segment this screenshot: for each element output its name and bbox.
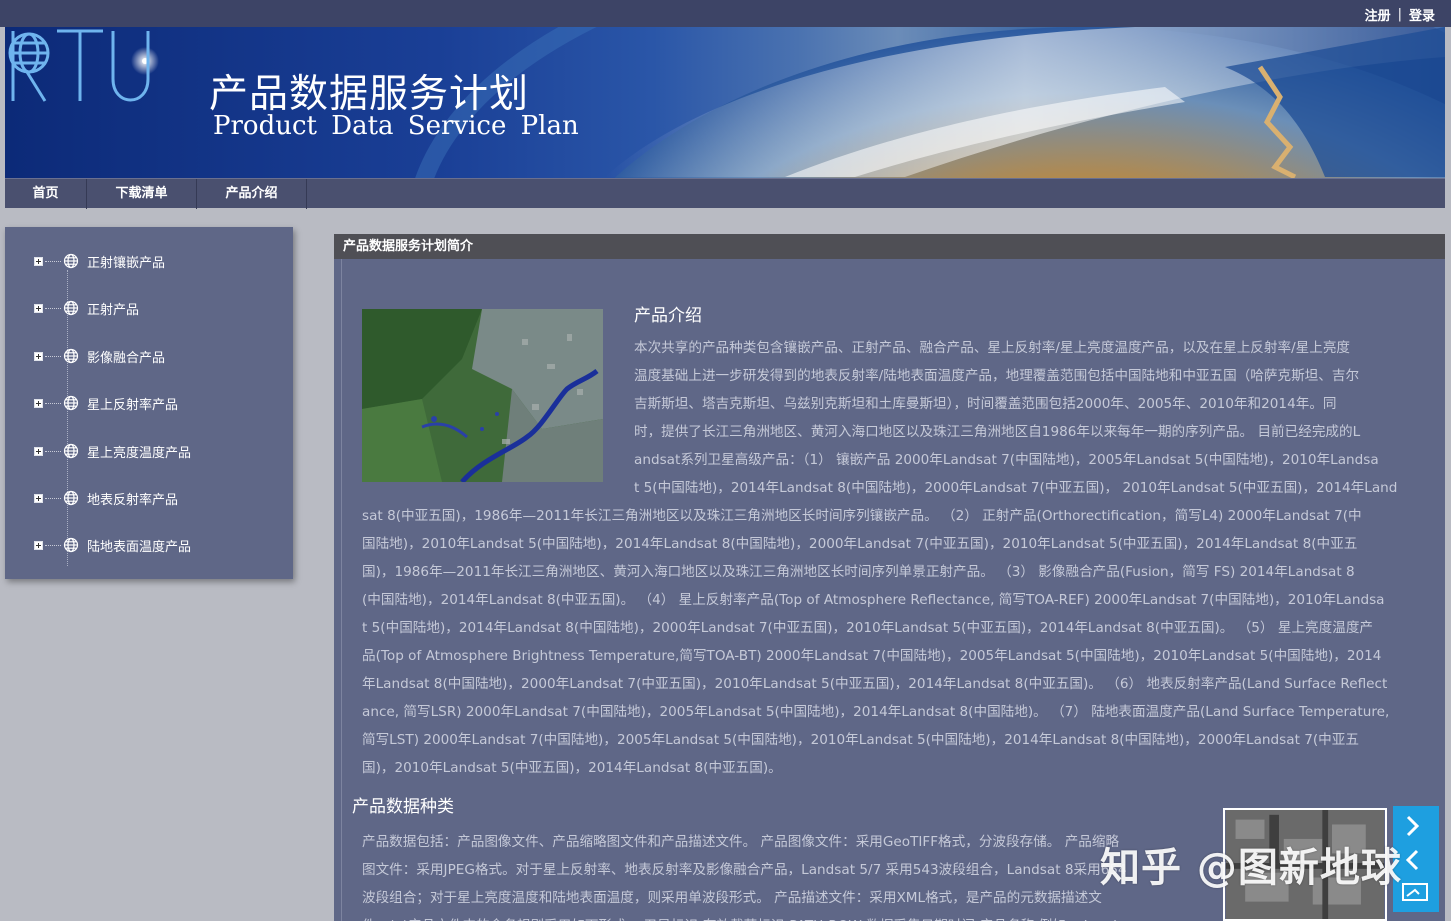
product-tree-sidebar: 正射镶嵌产品 正射产品 影像融合产品 星上反射率产品 星上亮度温度产品 地表反射… bbox=[5, 227, 293, 579]
expand-icon[interactable] bbox=[34, 351, 43, 361]
tree-dots bbox=[45, 307, 61, 309]
globe-icon bbox=[63, 253, 79, 269]
text-line: 件。(a)产品文件夹的命名规则采用如下形式： 卫星标识-有效载荷标识-PATH-… bbox=[362, 912, 1198, 921]
tree-item-label: 陆地表面温度产品 bbox=[87, 539, 192, 555]
types-paragraph: 产品数据包括：产品图像文件、产品缩略图文件和产品描述文件。 产品图像文件：采用G… bbox=[362, 828, 1198, 921]
tree-dots bbox=[45, 544, 61, 546]
expand-icon[interactable] bbox=[34, 540, 43, 550]
main-nav: 首页 下载清单 产品介绍 bbox=[5, 178, 1445, 209]
text-line: 国陆地)，2010年Landsat 5(中国陆地)，2014年Landsat 8… bbox=[362, 536, 1358, 552]
expand-icon[interactable] bbox=[34, 256, 43, 266]
globe-icon bbox=[63, 490, 79, 506]
tree-item-land-surface-temp[interactable]: 陆地表面温度产品 bbox=[34, 535, 191, 555]
text-line: t 5(中国陆地)，2014年Landsat 8(中国陆地)，2000年Land… bbox=[362, 620, 1374, 636]
text-line: 时，提供了长江三角洲地区、黄河入海口地区以及珠江三角洲地区自1986年以来每年一… bbox=[634, 424, 1361, 440]
tree-item-label: 星上亮度温度产品 bbox=[87, 445, 192, 461]
tree-dots bbox=[45, 355, 61, 357]
satellite-image bbox=[362, 309, 603, 482]
product-list-paragraph: sat 8(中亚五国)，1986年—2011年长江三角洲地区以及珠江三角洲地区长… bbox=[362, 502, 1442, 782]
expand-icon[interactable] bbox=[34, 398, 43, 408]
text-line: 本次共享的产品种类包含镶嵌产品、正射产品、融合产品、星上反射率/星上亮度温度产品… bbox=[634, 340, 1351, 356]
tree-dots bbox=[45, 260, 61, 262]
text-line: 品(Top of Atmosphere Brightness Temperatu… bbox=[362, 648, 1382, 664]
globe-icon bbox=[63, 348, 79, 364]
intro-heading: 产品介绍 bbox=[634, 306, 702, 326]
tree-item-ortho[interactable]: 正射产品 bbox=[34, 298, 139, 318]
text-line: 简写LST) 2000年Landsat 7(中国陆地)，2005年Landsat… bbox=[362, 732, 1359, 748]
tree-item-label: 正射镶嵌产品 bbox=[87, 255, 166, 271]
account-links: 注册 | 登录 bbox=[1365, 5, 1435, 24]
globe-icon bbox=[63, 537, 79, 553]
text-line: andsat系列卫星高级产品：（1） 镶嵌产品 2000年Landsat 7(中… bbox=[634, 452, 1379, 468]
globe-icon bbox=[63, 395, 79, 411]
text-line: 产品数据包括：产品图像文件、产品缩略图文件和产品描述文件。 产品图像文件：采用G… bbox=[362, 834, 1120, 850]
expand-icon[interactable] bbox=[34, 303, 43, 313]
globe-icon bbox=[63, 300, 79, 316]
text-line: 国)，1986年—2011年长江三角洲地区、黄河入海口地区以及珠江三角洲地区长时… bbox=[362, 564, 1355, 580]
top-bar: 注册 | 登录 bbox=[0, 0, 1451, 27]
watermark: 知乎 @图新地球 bbox=[1100, 845, 1402, 891]
tree-item-label: 地表反射率产品 bbox=[87, 492, 179, 508]
text-line: 国)，2010年Landsat 5(中亚五国)，2014年Landsat 8(中… bbox=[362, 760, 782, 776]
nav-download-list[interactable]: 下载清单 bbox=[87, 179, 197, 209]
login-link[interactable]: 登录 bbox=[1409, 5, 1435, 24]
text-line: 年Landsat 8(中国陆地)，2000年Landsat 7(中亚五国)，20… bbox=[362, 676, 1388, 692]
nav-product-intro[interactable]: 产品介绍 bbox=[197, 179, 307, 209]
tree-item-surface-reflectance[interactable]: 地表反射率产品 bbox=[34, 488, 178, 508]
tree-item-toa-brightness[interactable]: 星上亮度温度产品 bbox=[34, 441, 191, 461]
expand-icon[interactable] bbox=[34, 446, 43, 456]
tree-item-label: 影像融合产品 bbox=[87, 350, 166, 366]
text-line: t 5(中国陆地)，2014年Landsat 8(中国陆地)，2000年Land… bbox=[634, 480, 1398, 496]
tree-item-label: 正射产品 bbox=[87, 302, 140, 318]
tree-dots bbox=[45, 497, 61, 499]
globe-icon bbox=[63, 443, 79, 459]
tree-item-label: 星上反射率产品 bbox=[87, 397, 179, 413]
text-line: 波段组合；对于星上亮度温度和陆地表面温度，则采用单波段形式。 产品描述文件：采用… bbox=[362, 890, 1102, 906]
text-line: 图文件：采用JPEG格式。对于星上反射率、地表反射率及影像融合产品，Landsa… bbox=[362, 862, 1127, 878]
link-separator: | bbox=[1397, 7, 1402, 22]
text-line: sat 8(中亚五国)，1986年—2011年长江三角洲地区以及珠江三角洲地区长… bbox=[362, 508, 1362, 524]
types-heading: 产品数据种类 bbox=[352, 797, 454, 817]
tree-item-fusion[interactable]: 影像融合产品 bbox=[34, 346, 165, 366]
site-title-en: Product Data Service Plan bbox=[213, 111, 579, 141]
nav-home[interactable]: 首页 bbox=[5, 179, 87, 209]
text-line: ance, 简写LSR) 2000年Landsat 7(中国陆地)，2005年L… bbox=[362, 704, 1390, 720]
text-line: (中国陆地)，2014年Landsat 8(中亚五国)。 （4） 星上反射率产品… bbox=[362, 592, 1385, 608]
header-banner: 产品数据服务计划 Product Data Service Plan bbox=[5, 27, 1445, 178]
intro-paragraph: 本次共享的产品种类包含镶嵌产品、正射产品、融合产品、星上反射率/星上亮度温度产品… bbox=[634, 334, 1442, 502]
register-link[interactable]: 注册 bbox=[1365, 5, 1391, 24]
panel-header: 产品数据服务计划简介 bbox=[334, 234, 1445, 259]
rtu-logo bbox=[8, 29, 150, 102]
text-line: 温度基础上进一步研发得到的地表反射率/陆地表面温度产品，地理覆盖范围包括中国陆地… bbox=[634, 368, 1360, 384]
tree-dots bbox=[45, 450, 61, 452]
tree-dots bbox=[45, 402, 61, 404]
tree-item-orthomosaic[interactable]: 正射镶嵌产品 bbox=[34, 251, 165, 271]
expand-icon[interactable] bbox=[34, 493, 43, 503]
text-line: 吉斯斯坦、塔吉克斯坦、乌兹别克斯坦和土库曼斯坦），时间覆盖范围包括2000年、2… bbox=[634, 396, 1337, 412]
tree-item-toa-reflectance[interactable]: 星上反射率产品 bbox=[34, 393, 178, 413]
